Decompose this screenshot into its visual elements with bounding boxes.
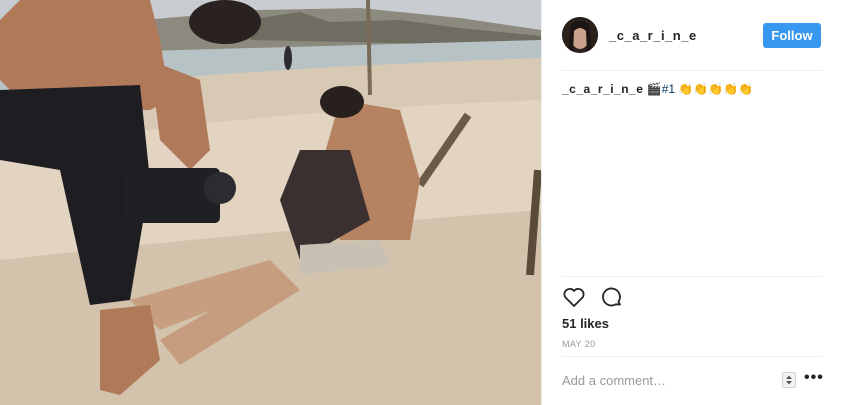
likes-count[interactable]: 51 likes xyxy=(562,316,609,331)
comment-input[interactable] xyxy=(562,372,772,388)
more-icon[interactable]: ••• xyxy=(804,369,824,387)
comment-divider xyxy=(562,356,822,357)
avatar[interactable] xyxy=(562,17,598,53)
comment-icon[interactable] xyxy=(600,285,624,314)
header-divider xyxy=(562,70,822,71)
follow-button[interactable]: Follow xyxy=(763,23,821,48)
avatar-image xyxy=(562,17,598,53)
post-photo[interactable] xyxy=(0,0,541,405)
post-date[interactable]: MAY 20 xyxy=(562,339,596,349)
beach-photo-shoot-image xyxy=(0,0,541,405)
instagram-post: _c_a_r_i_n_e Follow _c_a_r_i_n_e 🎬#1 👏👏👏… xyxy=(0,0,843,405)
caption-username-link[interactable]: _c_a_r_i_n_e xyxy=(562,82,643,96)
clap-emojis: 👏👏👏👏👏 xyxy=(678,82,754,96)
post-actions xyxy=(562,285,624,314)
heart-icon[interactable] xyxy=(562,285,586,314)
hashtag-link[interactable]: #1 xyxy=(662,82,675,96)
stepper-icon[interactable] xyxy=(782,372,796,388)
actions-divider xyxy=(562,276,822,277)
clapper-emoji: 🎬 xyxy=(646,82,662,96)
comment-box: ••• xyxy=(562,367,824,393)
username-link[interactable]: _c_a_r_i_n_e xyxy=(609,28,697,43)
post-caption: _c_a_r_i_n_e 🎬#1 👏👏👏👏👏 xyxy=(562,82,753,96)
